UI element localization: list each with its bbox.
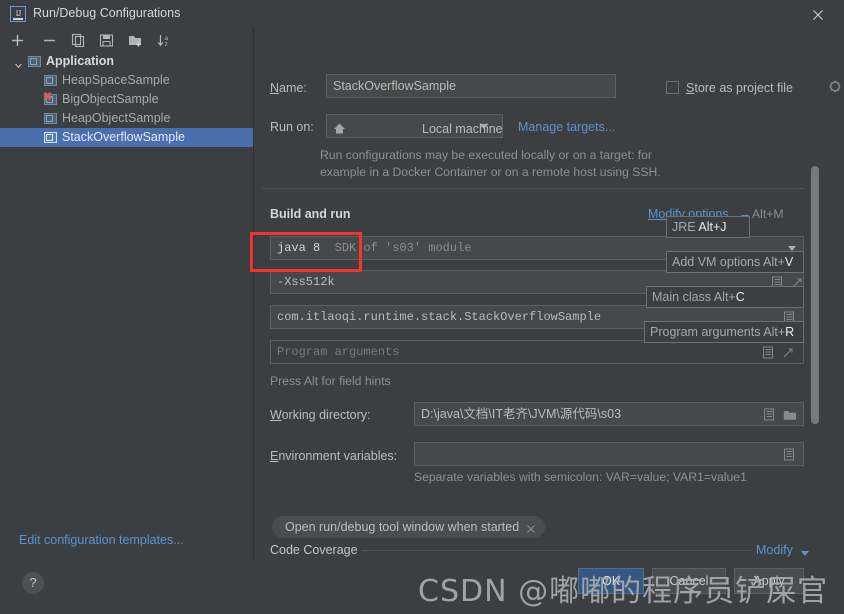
tree-item-stackoverflowsample[interactable]: StackOverflowSample: [0, 128, 253, 147]
configuration-icon: [44, 132, 57, 143]
program-arguments-placeholder: Program arguments: [277, 345, 400, 359]
tree-item-heapspacesample[interactable]: HeapSpaceSample: [0, 71, 253, 90]
hint-main-class: Main class Alt+C: [646, 286, 804, 308]
configuration-icon: [44, 75, 57, 86]
working-directory-label: Working directory:: [270, 408, 371, 422]
run-on-combobox[interactable]: Local machine: [326, 114, 503, 138]
vertical-scrollbar[interactable]: [811, 166, 819, 424]
environment-variables-input[interactable]: [414, 442, 804, 466]
sort-az-icon[interactable]: a z: [156, 32, 173, 49]
dialog-footer: ? OK Cancel Apply: [0, 560, 844, 614]
environment-variables-label-rest: nvironment variables:: [278, 449, 398, 463]
hint-vm-text: Add VM options Alt+: [672, 255, 785, 269]
modify-options-shortcut: Alt+M: [752, 207, 784, 221]
help-button[interactable]: ?: [22, 572, 44, 594]
plus-icon[interactable]: [9, 32, 26, 49]
svg-text:z: z: [165, 41, 168, 48]
tree-item-label: HeapSpaceSample: [62, 73, 170, 87]
hint-jre-text: JRE: [672, 220, 699, 234]
minus-icon[interactable]: [41, 32, 58, 49]
configurations-left-panel: a z Application HeapSpaceSample ✖ BigObj…: [0, 28, 254, 560]
store-label-rest: tore as project file: [694, 81, 794, 95]
hint-main-key: C: [735, 290, 745, 304]
expand-args-editor-icon[interactable]: [762, 346, 774, 359]
store-as-project-file-checkbox[interactable]: [666, 81, 679, 94]
hint-program-arguments: Program arguments Alt+R: [644, 321, 804, 343]
configurations-tree[interactable]: Application HeapSpaceSample ✖ BigObjectS…: [0, 52, 253, 530]
copy-icon[interactable]: [70, 32, 87, 49]
save-icon[interactable]: [98, 32, 115, 49]
section-divider: [262, 188, 804, 189]
home-icon: [333, 120, 346, 134]
apply-button[interactable]: Apply: [734, 568, 804, 594]
working-directory-input[interactable]: D:\java\文档\IT老齐\JVM\源代码\s03: [414, 402, 804, 426]
folder-add-icon[interactable]: [127, 32, 144, 49]
tree-item-label: HeapObjectSample: [62, 111, 171, 125]
hint-vm-key: V: [784, 255, 794, 269]
tree-item-label: StackOverflowSample: [62, 130, 185, 144]
ok-button[interactable]: OK: [578, 568, 644, 594]
hint-main-text: Main class Alt+: [652, 290, 736, 304]
jre-value-prefix: java 8: [277, 241, 321, 255]
hint-jre-key: Alt+J: [698, 220, 727, 234]
intellij-idea-icon: IJ: [10, 6, 26, 22]
program-arguments-input[interactable]: Program arguments: [270, 340, 804, 364]
tree-item-heapobjectsample[interactable]: HeapObjectSample: [0, 109, 253, 128]
open-tool-window-chip-label: Open run/debug tool window when started: [285, 520, 520, 534]
jre-value-suffix: SDK of 's03' module: [334, 241, 472, 255]
chevron-down-icon[interactable]: [14, 57, 23, 69]
run-on-help-line-2: example in a Docker Container or on a re…: [320, 165, 661, 179]
run-debug-configurations-dialog: IJ Run/Debug Configurations a z Applicat…: [0, 0, 844, 614]
environment-variables-label: Environment variables:: [270, 449, 398, 463]
title-bar: IJ Run/Debug Configurations: [0, 0, 844, 28]
run-on-label: Run on:: [270, 120, 314, 134]
code-coverage-title: Code Coverage: [270, 543, 358, 557]
name-label-rest: ame:: [279, 81, 307, 95]
field-hints-note: Press Alt for field hints: [270, 374, 391, 388]
environment-variables-help: Separate variables with semicolon: VAR=v…: [414, 470, 747, 484]
build-and-run-title: Build and run: [270, 207, 351, 221]
window-title: Run/Debug Configurations: [33, 6, 181, 20]
close-icon[interactable]: [810, 7, 826, 23]
manage-targets-link[interactable]: Manage targets...: [518, 120, 615, 134]
code-coverage-chevron-icon[interactable]: [801, 551, 809, 556]
tree-node-application[interactable]: Application: [0, 52, 253, 71]
maximize-args-icon[interactable]: [782, 346, 794, 359]
run-on-label-text: Run on:: [270, 120, 314, 134]
edit-configuration-templates-link[interactable]: Edit configuration templates...: [19, 533, 184, 547]
gear-icon[interactable]: [828, 80, 842, 94]
macros-icon[interactable]: [763, 408, 775, 421]
name-label: Name:: [270, 81, 307, 95]
tree-item-label: BigObjectSample: [62, 92, 159, 106]
open-tool-window-chip[interactable]: Open run/debug tool window when started: [272, 516, 546, 538]
store-as-project-file-label: Store as project file: [686, 81, 794, 95]
hint-args-text: Program arguments Alt+: [650, 325, 786, 339]
configuration-icon: [44, 113, 57, 124]
run-on-value: Local machine: [422, 122, 503, 136]
tree-node-label: Application: [46, 54, 115, 68]
configurations-toolbar: a z: [0, 28, 253, 52]
run-on-help-line-1: Run configurations may be executed local…: [320, 148, 652, 162]
browse-folder-icon[interactable]: [783, 409, 796, 422]
configuration-detail-panel: Name: StackOverflowSample Store as proje…: [254, 28, 844, 560]
cancel-button[interactable]: Cancel: [652, 568, 726, 594]
edit-environment-variables-icon[interactable]: [783, 448, 795, 461]
hint-jre: JRE Alt+J: [666, 216, 750, 238]
code-coverage-modify-link[interactable]: Modify: [756, 543, 793, 557]
name-input[interactable]: StackOverflowSample: [326, 74, 616, 98]
chevron-down-icon[interactable]: [480, 124, 488, 129]
tree-item-bigobjectsample[interactable]: ✖ BigObjectSample: [0, 90, 253, 109]
hint-add-vm-options: Add VM options Alt+V: [666, 251, 804, 273]
hint-args-key: R: [785, 325, 795, 339]
application-icon: [28, 56, 41, 67]
code-coverage-divider: [362, 550, 752, 551]
close-icon[interactable]: [526, 519, 536, 533]
working-directory-label-rest: orking directory:: [281, 408, 371, 422]
error-badge-icon: ✖: [43, 91, 53, 103]
